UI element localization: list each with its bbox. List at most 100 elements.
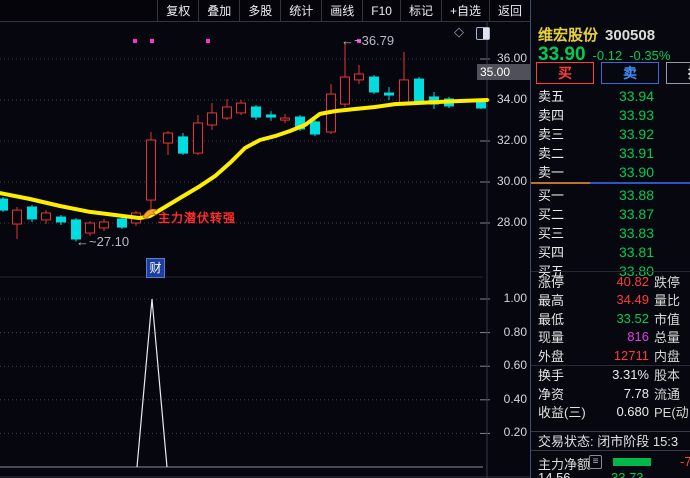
bid-ask-ratio-bar <box>531 182 690 184</box>
cancel-order-button[interactable]: 撤 <box>666 62 690 84</box>
stat-row: 最高 34.49 量比 <box>531 291 690 310</box>
stat-value: 40.82 <box>616 273 649 289</box>
bid-row[interactable]: 买四 33.81 <box>531 242 690 261</box>
stat-secondary-label: 流通 <box>654 386 681 402</box>
indicator-axis-label: 0.20 <box>503 425 527 440</box>
stat-label: 收益(三) <box>538 405 586 421</box>
bid-row[interactable]: 买二 33.87 <box>531 204 690 223</box>
stock-name[interactable]: 维宏股份 300508 <box>538 24 655 45</box>
panel-toggle-fill <box>483 28 489 39</box>
stat-secondary-label: 市值 <box>654 311 681 327</box>
signal-annotation: 主力潜伏转强 <box>158 211 237 225</box>
ask-levels: 卖五 33.94 卖四 33.93 卖三 33.92 卖二 33.91 卖一 33.90 <box>531 86 690 181</box>
price-axis-label: 30.00 <box>496 174 527 188</box>
stat-row: 现量 816 总量 <box>531 328 690 347</box>
stat-row: 换手 3.31% 股本 <box>531 366 690 385</box>
indicator-axis-label: 0.40 <box>503 391 527 406</box>
order-book: 卖五 33.94 卖四 33.93 卖三 33.92 卖二 33.91 卖一 33.90 买一 33… <box>531 86 690 280</box>
stat-row: 外盘 12711 内盘 <box>531 346 690 365</box>
stat-value: 34.49 <box>616 292 649 308</box>
stat-row: 收益(三) 0.680 PE(动 <box>531 403 690 422</box>
level-label: 买三 <box>538 226 565 241</box>
level-label: 买一 <box>538 188 565 203</box>
indicator-name-badge[interactable]: 财 <box>146 258 165 278</box>
level-label: 卖二 <box>538 146 565 161</box>
level-label: 卖一 <box>538 165 565 180</box>
level-price: 33.93 <box>618 106 654 123</box>
ask-row[interactable]: 卖三 33.92 <box>531 124 690 143</box>
ask-row[interactable]: 卖五 33.94 <box>531 86 690 105</box>
bid-row[interactable]: 买一 33.88 <box>531 185 690 204</box>
ask-row[interactable]: 卖二 33.91 <box>531 143 690 162</box>
stat-value: 7.78 <box>623 385 649 401</box>
stat-label: 最高 <box>538 293 565 309</box>
document-icon[interactable]: ≡ <box>589 455 602 469</box>
indicator-axis-label: 0.60 <box>503 358 527 373</box>
annotation-arrow-icon: ←~ <box>341 33 362 48</box>
diamond-marker-icon[interactable]: ◇ <box>454 24 464 40</box>
price-axis-label: 34.00 <box>496 92 527 106</box>
stat-label: 现量 <box>538 330 565 346</box>
level-label: 卖四 <box>538 108 565 123</box>
stat-secondary-label: PE(动 <box>654 405 689 421</box>
buy-button[interactable]: 买 <box>536 62 594 84</box>
main-flow-row: 主力净额 ≡ -7 <box>531 454 690 472</box>
stat-label: 最低 <box>538 311 565 327</box>
trade-status: 交易状态: 闭市阶段 15:3 <box>531 431 690 451</box>
stat-row: 涨停 40.82 跌停 <box>531 272 690 291</box>
stats-table: 涨停 40.82 跌停最高 34.49 量比最低 33.52 市值现量 816 总量 外盘 1271… <box>531 271 690 421</box>
main-flow-bar <box>613 458 651 466</box>
level-label: 卖三 <box>538 127 565 142</box>
stat-value: 816 <box>627 329 649 345</box>
stat-secondary-label: 内盘 <box>654 348 681 364</box>
stock-code: 300508 <box>605 27 656 44</box>
level-price: 33.91 <box>618 144 654 161</box>
stat-label: 净资 <box>538 386 565 402</box>
stat-label: 换手 <box>538 368 565 384</box>
level-price: 33.81 <box>618 243 654 260</box>
level-price: 33.88 <box>618 186 654 203</box>
high-annotation-value: 36.79 <box>361 33 395 48</box>
stat-value: 33.52 <box>616 310 649 326</box>
price-axis-label: 36.00 <box>496 51 527 65</box>
price-axis-label: 28.00 <box>496 215 527 229</box>
bid-levels: 买一 33.88 买二 33.87 买三 33.83 买四 33.81 买五 33.80 <box>531 185 690 280</box>
indicator-axis-label: 1.00 <box>503 291 527 305</box>
high-annotation: ←~36.79 <box>341 33 394 48</box>
stock-app-window: 复权 叠加 多股 统计 画线 F10 标记 +自选 返回 36.00 34.00 32.00 30.0… <box>0 0 690 478</box>
annotation-arrow-icon: ←~ <box>76 234 97 249</box>
low-annotation-value: 27.10 <box>96 234 130 249</box>
sell-button[interactable]: 卖 <box>601 62 659 84</box>
quote-panel: 维宏股份 300508 33.90 -0.12 -0.35% 买 卖 撤 卖五 33.9… <box>530 0 690 478</box>
stat-row: 最低 33.52 市值 <box>531 309 690 328</box>
ask-row[interactable]: 卖一 33.90 <box>531 162 690 181</box>
stock-name-text: 维宏股份 <box>538 27 599 44</box>
indicator-axis-label: 0.80 <box>503 324 527 339</box>
price-change: -0.12 <box>592 48 623 63</box>
level-label: 买二 <box>538 207 565 222</box>
stat-secondary-label: 跌停 <box>654 274 681 290</box>
cursor-price-label: 35.00 <box>477 64 532 80</box>
price-axis-label: 32.00 <box>496 133 527 147</box>
stat-label: 涨停 <box>538 274 565 290</box>
stat-value: 0.680 <box>616 404 649 420</box>
low-annotation: ←~27.10 <box>76 234 129 249</box>
clipped-bottom-row: 14.56 33.73 <box>531 470 690 478</box>
level-label: 卖五 <box>538 89 565 104</box>
stat-secondary-label: 总量 <box>654 330 681 346</box>
level-price: 33.94 <box>618 87 654 104</box>
clipped-value-2: 33.73 <box>611 470 644 478</box>
level-price: 33.92 <box>618 125 654 142</box>
panel-toggle-icon[interactable] <box>476 27 490 40</box>
stat-row: 净资 7.78 流通 <box>531 384 690 403</box>
clipped-value-1: 14.56 <box>538 470 571 478</box>
main-flow-value: -7 <box>680 454 690 469</box>
stat-secondary-label: 量比 <box>654 293 681 309</box>
ask-row[interactable]: 卖四 33.93 <box>531 105 690 124</box>
stat-secondary-label: 股本 <box>654 368 681 384</box>
signal-arrow-icon <box>142 208 158 220</box>
level-label: 买四 <box>538 245 565 260</box>
stat-label: 外盘 <box>538 348 565 364</box>
bid-row[interactable]: 买三 33.83 <box>531 223 690 242</box>
stat-value: 3.31% <box>612 367 649 383</box>
